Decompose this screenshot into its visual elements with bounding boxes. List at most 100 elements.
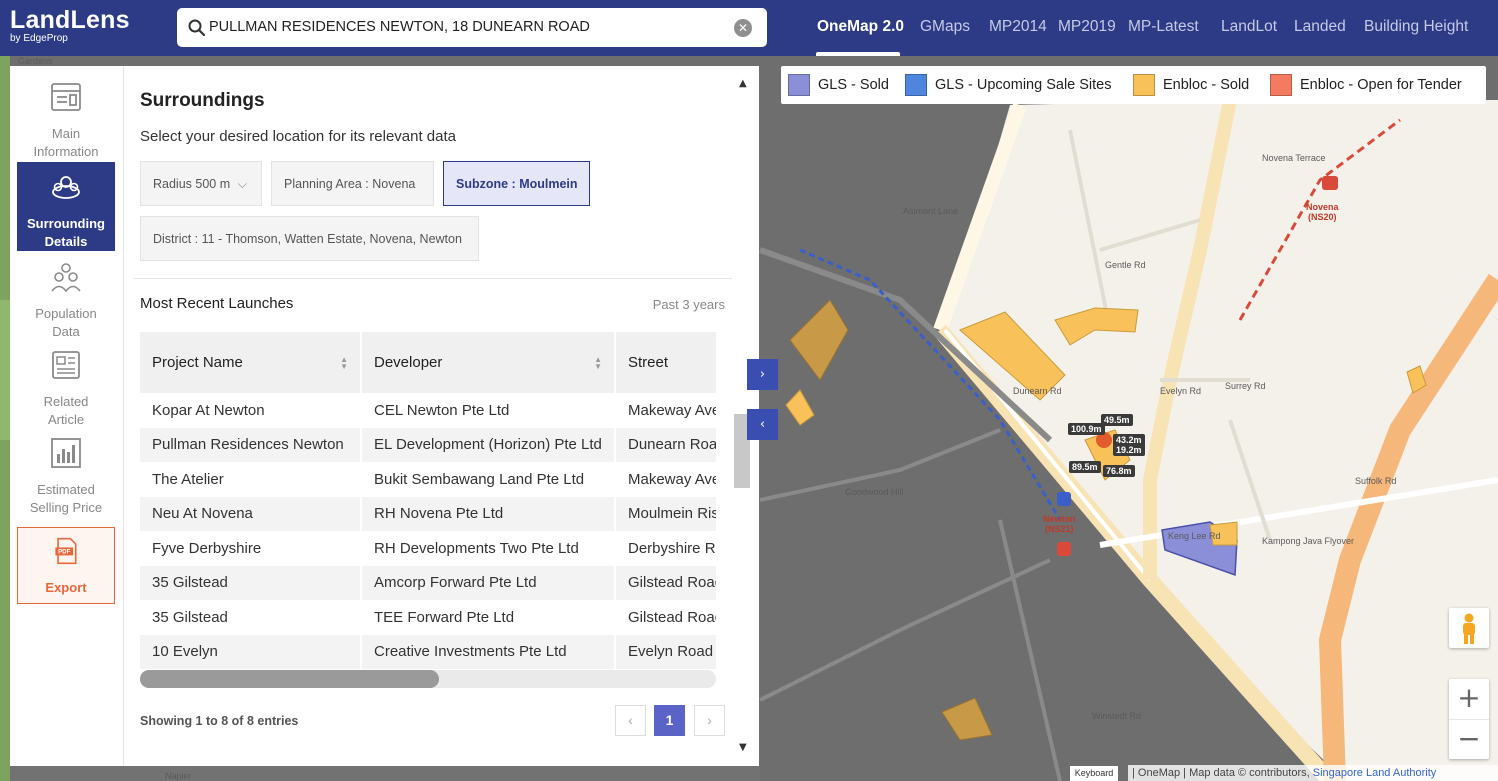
map-tab-landed[interactable]: Landed [1294, 18, 1346, 36]
nav-label: Main [51, 126, 81, 141]
zoom-out-button[interactable]: − [1449, 720, 1489, 760]
map-attribution: | OneMap | Map data © contributors, Sing… [1128, 765, 1498, 781]
table-row[interactable]: Neu At Novena RH Novena Pte Ltd Moulmein R… [140, 496, 716, 531]
logo-byline: by EdgeProp [10, 33, 68, 44]
table-row[interactable]: Kopar At Newton CEL Newton Pte Ltd Makeway… [140, 393, 716, 428]
table-row[interactable]: Fyve Derbyshire RH Developments Two Pte L… [140, 531, 716, 566]
legend-label: GLS - Sold [818, 77, 889, 93]
subzone-chip[interactable]: Subzone : Moulmein [443, 161, 590, 206]
road-label: Keng Lee Rd [1168, 531, 1221, 541]
nav-population-data[interactable]: Population Data [17, 260, 115, 346]
road-label: Gardens [18, 56, 53, 66]
cell-developer: TEE Forward Pte Ltd [361, 600, 616, 635]
next-page-button[interactable]: › [694, 705, 725, 736]
map-tab-gmaps[interactable]: GMaps [920, 18, 970, 36]
cell-developer: RH Novena Pte Ltd [361, 496, 616, 531]
nav-label: Details [44, 234, 88, 249]
cell-street: Makeway Avenue [615, 462, 716, 497]
radius-value: Radius 500 m [153, 177, 231, 191]
nav-label: Information [33, 144, 99, 159]
map-tab-mp2019[interactable]: MP2019 [1058, 18, 1116, 36]
nav-main-information[interactable]: Main Information [17, 80, 115, 166]
nav-related-article[interactable]: Related Article [17, 348, 115, 434]
legend-label: Enbloc - Sold [1163, 77, 1250, 93]
cell-street: Moulmein Rise [615, 496, 716, 531]
search-bar[interactable]: PULLMAN RESIDENCES NEWTON, 18 DUNEARN RO… [177, 8, 767, 47]
scroll-up-icon[interactable]: ▲ [739, 78, 747, 89]
cell-project-name: Fyve Derbyshire [140, 531, 362, 566]
distance-label: 49.5m [1101, 414, 1133, 426]
scroll-down-icon[interactable]: ▼ [739, 742, 747, 753]
sort-icon[interactable]: ▲ ▼ [594, 356, 602, 371]
section-title: Surroundings [140, 90, 265, 111]
planning-area-chip[interactable]: Planning Area : Novena [271, 161, 434, 206]
main-info-icon [51, 83, 81, 111]
zoom-in-button[interactable]: + [1449, 679, 1489, 720]
distance-label: 19.2m [1113, 444, 1145, 456]
cell-project-name: Pullman Residences Newton [140, 427, 362, 462]
table-row[interactable]: 10 Evelyn Creative Investments Pte Ltd Eve… [140, 634, 716, 669]
legend-label: Enbloc - Open for Tender [1300, 77, 1462, 93]
cell-developer: RH Developments Two Pte Ltd [361, 531, 616, 566]
table-row[interactable]: Pullman Residences Newton EL Development … [140, 427, 716, 462]
pdf-icon: PDF [55, 537, 77, 565]
close-icon[interactable]: ✕ [734, 19, 752, 37]
map-tab-onemap-2-0[interactable]: OneMap 2.0 [817, 18, 904, 36]
distance-label: 76.8m [1103, 465, 1135, 477]
prev-page-button[interactable]: ‹ [615, 705, 646, 736]
map-tab-mp2014[interactable]: MP2014 [989, 18, 1047, 36]
mrt-label-novena: Novena (NS20) [1306, 202, 1339, 222]
population-icon [51, 263, 81, 293]
column-label: Developer [374, 354, 443, 371]
logo[interactable]: LandLens by EdgeProp [10, 6, 130, 44]
legend-label: GLS - Upcoming Sale Sites [935, 77, 1112, 93]
cell-developer: Creative Investments Pte Ltd [361, 634, 616, 669]
map-tab-landlot[interactable]: LandLot [1221, 18, 1277, 36]
chevron-down-icon: ⌵ [237, 177, 248, 191]
district-chip[interactable]: District : 11 - Thomson, Watten Estate, … [140, 216, 479, 261]
table-row[interactable]: The Atelier Bukit Sembawang Land Pte Ltd M… [140, 462, 716, 497]
top-bar: LandLens by EdgeProp PULLMAN RESIDENCES … [0, 0, 1498, 56]
legend-item: Enbloc - Open for Tender [1270, 74, 1462, 96]
nav-surrounding-details[interactable]: Surrounding Details [17, 162, 115, 251]
column-header-developer[interactable]: Developer ▲ ▼ [361, 332, 616, 393]
attribution-link[interactable]: Singapore Land Authority [1313, 767, 1437, 779]
zoom-control: + − [1449, 679, 1489, 759]
mrt-code: (NS21) [1044, 524, 1074, 534]
nav-estimated-selling-price[interactable]: Estimated Selling Price [17, 436, 115, 522]
launches-table-wrapper[interactable]: Project Name ▲ ▼ Developer ▲ ▼ Street Kopa… [140, 332, 716, 670]
column-header-street[interactable]: Street [615, 332, 716, 393]
search-input[interactable]: PULLMAN RESIDENCES NEWTON, 18 DUNEARN RO… [209, 19, 590, 35]
table-row[interactable]: 35 Gilstead TEE Forward Pte Ltd Gilstead R… [140, 600, 716, 635]
logo-name: LandLens [10, 6, 130, 34]
section-subtitle: Select your desired location for its rel… [140, 128, 457, 145]
street-view-pegman-icon[interactable] [1449, 608, 1489, 648]
column-header-project[interactable]: Project Name ▲ ▼ [140, 332, 362, 393]
legend-swatch [1270, 74, 1292, 96]
cell-developer: CEL Newton Pte Ltd [361, 393, 616, 428]
legend-swatch [1133, 74, 1155, 96]
keyboard-shortcuts-link[interactable]: Keyboard [1070, 766, 1118, 781]
map-tab-mp-latest[interactable]: MP-Latest [1128, 18, 1199, 36]
cell-street: Derbyshire Road [615, 531, 716, 566]
radius-dropdown[interactable]: Radius 500 m ⌵ [140, 161, 262, 206]
nav-label: Export [45, 580, 87, 595]
collapse-panel-button[interactable]: ‹ [747, 409, 778, 440]
table-body: Kopar At Newton CEL Newton Pte Ltd Makeway… [140, 393, 716, 669]
sort-icon[interactable]: ▲ ▼ [340, 356, 348, 371]
cell-project-name: 10 Evelyn [140, 634, 362, 669]
road-label: Asimont Lane [903, 206, 959, 216]
table-row[interactable]: 35 Gilstead Amcorp Forward Pte Ltd Gilstea… [140, 565, 716, 600]
road-label: Novena Terrace [1262, 153, 1326, 163]
mrt-label-newton: Newton (NS21) [1043, 514, 1076, 534]
road-label: Goodwood Hill [845, 487, 904, 497]
map-tab-building-height[interactable]: Building Height [1364, 18, 1468, 36]
horizontal-scrollbar[interactable] [140, 670, 716, 688]
road-label: Suffolk Rd [1355, 476, 1397, 486]
scrollbar-thumb[interactable] [140, 670, 439, 688]
export-button[interactable]: PDF Export [17, 527, 115, 604]
expand-panel-button[interactable]: › [747, 359, 778, 390]
page-1-button[interactable]: 1 [654, 705, 685, 736]
cell-project-name: Neu At Novena [140, 496, 362, 531]
legend-item: GLS - Sold [788, 74, 889, 96]
